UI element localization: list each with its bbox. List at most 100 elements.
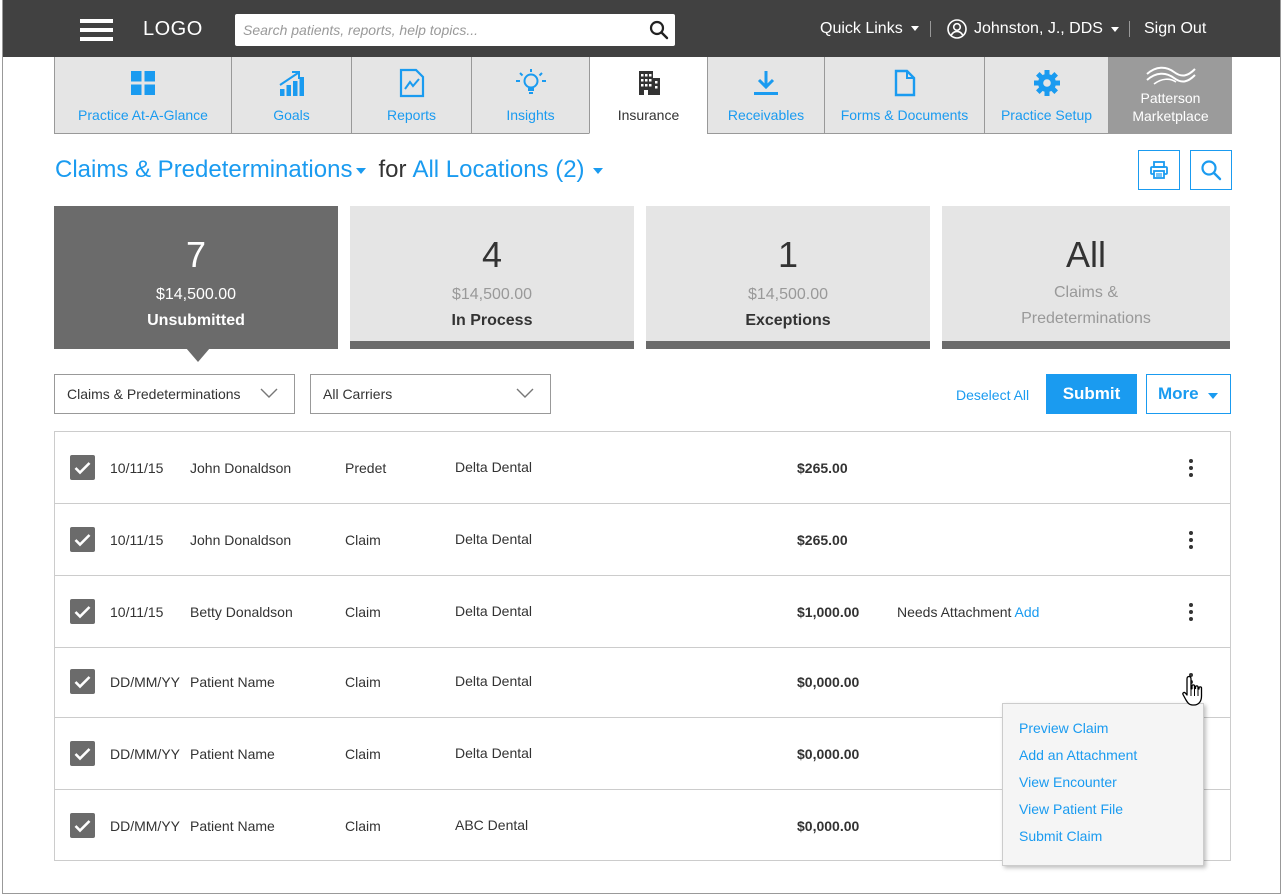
tab-patterson-marketplace[interactable]: Patterson Marketplace [1108,57,1232,134]
row-patient-name: Patient Name [190,746,275,762]
tab-label-line2: Marketplace [1132,108,1209,124]
row-amount: $265.00 [797,460,848,476]
page-title: Claims & Predeterminations for All Locat… [55,156,603,184]
menu-item-preview-claim[interactable]: Preview Claim [1003,717,1203,744]
row-more-icon[interactable] [1181,600,1201,624]
menu-item-view-patient-file[interactable]: View Patient File [1003,798,1203,825]
claim-type-dropdown[interactable]: Claims & Predeterminations [55,156,367,184]
search-button[interactable] [1190,150,1232,190]
row-type: Claim [345,818,381,834]
tab-goals[interactable]: Goals [231,57,351,134]
submit-button[interactable]: Submit [1046,374,1137,414]
carrier-select[interactable]: All Carriers [310,374,551,414]
row-amount: $0,000.00 [797,818,860,834]
tab-insights[interactable]: Insights [471,57,589,134]
bar-chart-icon [278,71,304,96]
tab-label: Practice At-A-Glance [78,107,208,123]
deselect-all-link[interactable]: Deselect All [956,387,1029,403]
row-carrier: ABC Dental [455,817,529,833]
row-more-icon[interactable] [1181,528,1201,552]
hamburger-menu-icon[interactable] [80,19,113,41]
tab-label: Forms & Documents [840,107,969,123]
search-icon[interactable] [649,20,669,40]
row-date: DD/MM/YY [110,746,180,762]
card-bar [646,341,930,349]
quick-links-dropdown[interactable]: Quick Links [820,20,919,38]
row-amount: $265.00 [797,532,848,548]
tab-label: Insights [506,107,555,123]
card-label: Exceptions [745,312,831,329]
tab-practice-at-a-glance[interactable]: Practice At-A-Glance [54,57,231,134]
card-unsubmitted[interactable]: 7 $14,500.00 Unsubmitted [54,206,338,349]
row-checkbox[interactable] [70,455,95,480]
for-text: for [378,156,407,183]
row-carrier: Delta Dental [455,673,533,689]
row-date: 10/11/15 [110,460,164,476]
menu-item-add-attachment[interactable]: Add an Attachment [1003,744,1203,771]
card-amount: $14,500.00 [155,286,237,303]
more-button[interactable]: More [1146,374,1231,414]
card-all[interactable]: All Claims & Predeterminations [942,206,1230,349]
row-date: DD/MM/YY [110,674,180,690]
tab-forms-documents[interactable]: Forms & Documents [824,57,984,134]
app-frame: LOGO Quick Links Johnston, J., DDS Sign … [2,0,1281,894]
tab-label: Practice Setup [1000,107,1093,123]
row-checkbox[interactable] [70,813,95,838]
tab-practice-setup[interactable]: Practice Setup [984,57,1108,134]
checkmark-icon [74,461,91,474]
tab-label-line1: Patterson [1140,90,1201,106]
needs-attachment-text: Needs Attachment [897,604,1012,620]
card-sublabel-line2: Predeterminations [1021,310,1151,327]
divider [1129,21,1130,37]
menu-item-view-encounter[interactable]: View Encounter [1003,771,1203,798]
claim-type-select[interactable]: Claims & Predeterminations [54,374,295,414]
card-count: 7 [185,234,207,275]
card-amount: $14,500.00 [451,286,533,303]
print-button[interactable] [1138,150,1180,190]
row-patient-name: John Donaldson [190,460,292,476]
row-more-icon[interactable] [1181,456,1201,480]
checkmark-icon [74,533,91,546]
card-count: All [1065,234,1106,275]
card-label: In Process [451,312,533,329]
tab-insurance[interactable]: Insurance [589,57,707,134]
user-avatar-icon [947,19,967,39]
tab-reports[interactable]: Reports [351,57,471,134]
row-type: Claim [345,674,381,690]
row-checkbox[interactable] [70,741,95,766]
card-count: 4 [481,234,503,275]
add-attachment-link[interactable]: Add [1015,604,1040,620]
row-type: Claim [345,746,381,762]
tab-label: Insurance [617,107,680,123]
row-checkbox[interactable] [70,599,95,624]
card-in-process[interactable]: 4 $14,500.00 In Process [350,206,634,349]
checkmark-icon [74,819,91,832]
sign-out-link[interactable]: Sign Out [1144,20,1206,38]
checkmark-icon [74,747,91,760]
row-carrier: Delta Dental [455,531,533,547]
row-patient-name: Betty Donaldson [190,604,293,620]
gear-icon [1033,70,1060,96]
row-type: Claim [345,532,381,548]
row-checkbox[interactable] [70,669,95,694]
card-exceptions[interactable]: 1 $14,500.00 Exceptions [646,206,930,349]
main-nav: Practice At-A-Glance Goals Reports Insig… [54,57,1232,134]
caret-down-icon [910,26,919,32]
global-search [235,14,675,46]
row-checkbox[interactable] [70,527,95,552]
row-date: DD/MM/YY [110,818,180,834]
menu-item-submit-claim[interactable]: Submit Claim [1003,825,1203,852]
more-label: More [1158,384,1199,403]
user-menu[interactable]: Johnston, J., DDS [947,19,1119,39]
download-icon [754,71,778,95]
checkmark-icon [74,605,91,618]
printer-icon [1150,161,1168,179]
caret-down-icon [1110,26,1119,32]
row-patient-name: Patient Name [190,818,275,834]
search-input[interactable] [235,14,635,46]
user-name: Johnston, J., DDS [974,20,1103,37]
locations-dropdown[interactable]: All Locations (2) [412,156,603,184]
select-value: Claims & Predeterminations [67,386,241,402]
tab-receivables[interactable]: Receivables [707,57,824,134]
row-amount: $0,000.00 [797,674,860,690]
